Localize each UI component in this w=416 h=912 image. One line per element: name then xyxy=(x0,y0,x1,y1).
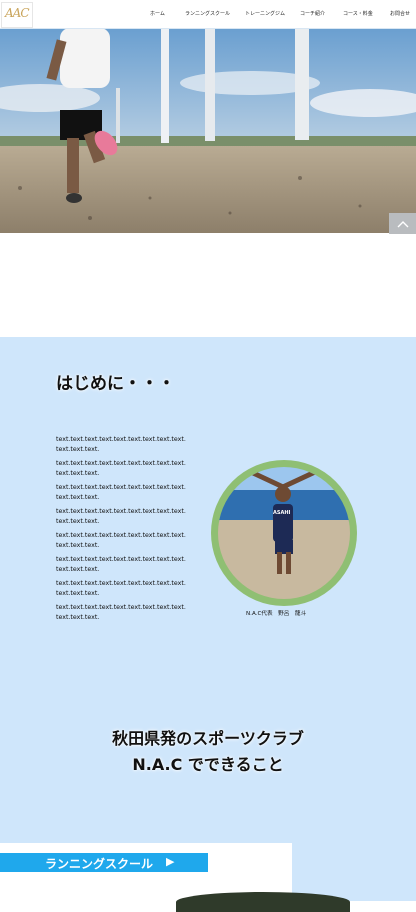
logo-text: AAC xyxy=(5,6,29,20)
shirt-logo-text: ASAHI xyxy=(273,510,291,516)
site-header: AAC ホーム ランニングスクール トレーニングジム コーチ紹介 コース・料金 … xyxy=(0,0,416,29)
site-logo[interactable]: AAC xyxy=(1,2,33,28)
photo-caption: N.A.C代表 野呂 龍斗 xyxy=(246,611,307,617)
intro-paragraph: text.text.text.text.text.text.text.text.… xyxy=(56,556,186,573)
nav-contact[interactable]: お問合せ xyxy=(390,10,410,17)
chevron-up-icon xyxy=(397,220,408,227)
about-title-line2: N.A.C でできること xyxy=(132,755,284,774)
running-school-button[interactable]: ランニングスクール ▶ xyxy=(0,853,208,872)
intro-paragraph: text.text.text.text.text.text.text.text.… xyxy=(56,484,186,501)
nav-training-gym[interactable]: トレーニングジム xyxy=(245,10,285,17)
intro-paragraph: text.text.text.text.text.text.text.text.… xyxy=(56,460,186,477)
running-school-photo xyxy=(176,892,350,912)
intro-paragraph: text.text.text.text.text.text.text.text.… xyxy=(56,436,186,453)
nav-running-school[interactable]: ランニングスクール xyxy=(185,10,230,17)
nav-course-price[interactable]: コース・料金 xyxy=(343,10,373,17)
representative-image: ASAHI xyxy=(218,467,350,599)
intro-paragraph: text.text.text.text.text.text.text.text.… xyxy=(56,508,186,525)
intro-paragraph: text.text.text.text.text.text.text.text.… xyxy=(56,532,186,549)
intro-paragraph: text.text.text.text.text.text.text.text.… xyxy=(56,580,186,597)
hero-image xyxy=(0,28,416,233)
intro-title: はじめに・・・ xyxy=(56,374,175,394)
representative-photo: ASAHI xyxy=(211,460,357,606)
running-school-label: ランニングスクール xyxy=(45,857,154,871)
about-title-line1: 秋田県発のスポーツクラブ xyxy=(112,729,304,748)
section-background xyxy=(292,843,416,901)
intro-paragraph: text.text.text.text.text.text.text.text.… xyxy=(56,604,186,621)
nav-coach[interactable]: コーチ紹介 xyxy=(300,10,325,17)
nav-home[interactable]: ホーム xyxy=(150,10,165,17)
play-arrow-icon: ▶ xyxy=(166,855,175,868)
scroll-top-button[interactable] xyxy=(389,213,416,234)
hero-photo xyxy=(0,28,416,233)
